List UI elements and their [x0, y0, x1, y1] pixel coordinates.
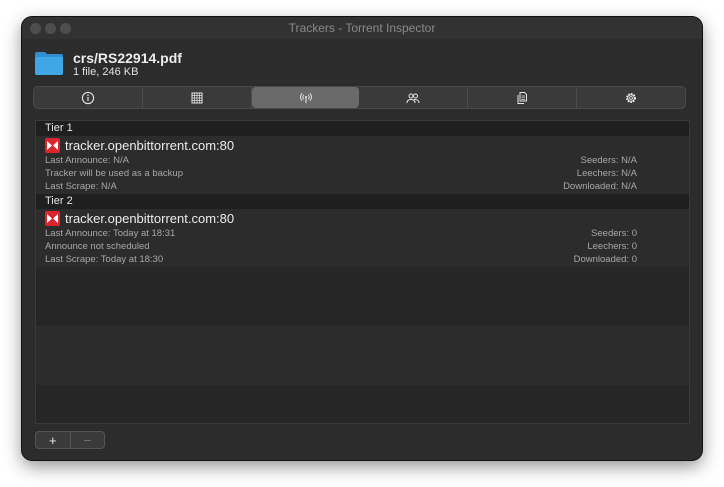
last-scrape-text: Last Scrape: N/A	[45, 181, 117, 192]
tracker-list[interactable]: Tier 1 tracker.openbittorrent.com:80 Las…	[35, 120, 690, 424]
torrent-name: crs/RS22914.pdf	[73, 50, 182, 66]
antenna-icon	[299, 92, 312, 103]
torrent-size-info: 1 file, 246 KB	[73, 66, 139, 78]
empty-list-row	[36, 267, 689, 326]
folder-icon	[35, 52, 63, 75]
leechers-count: Leechers: N/A	[576, 168, 637, 179]
add-tracker-button[interactable]: +	[36, 432, 70, 448]
window-title: Trackers - Torrent Inspector	[288, 21, 436, 35]
tracker-row[interactable]: tracker.openbittorrent.com:80 Last Annou…	[36, 209, 689, 267]
seeders-count: Seeders: N/A	[580, 155, 638, 166]
announce-status-text: Announce not scheduled	[45, 241, 150, 252]
tracker-favicon-icon	[45, 138, 60, 153]
last-announce-text: Last Announce: Today at 18:31	[45, 228, 176, 239]
downloaded-count: Downloaded: 0	[573, 254, 637, 265]
seeders-count: Seeders: 0	[591, 228, 637, 239]
add-remove-control: + −	[35, 431, 105, 449]
inspector-tab-bar	[33, 86, 686, 109]
downloaded-count: Downloaded: N/A	[563, 181, 637, 192]
tier-header: Tier 1	[36, 121, 689, 136]
tracker-address: tracker.openbittorrent.com:80	[65, 211, 235, 226]
remove-tracker-button[interactable]: −	[69, 432, 105, 448]
empty-list-row	[36, 326, 689, 385]
tab-files[interactable]	[468, 87, 578, 108]
grid-icon	[191, 92, 203, 103]
last-announce-text: Last Announce: N/A	[45, 155, 129, 166]
info-icon	[81, 91, 95, 104]
last-scrape-text: Last Scrape: Today at 18:30	[45, 254, 164, 265]
gear-icon	[626, 92, 637, 103]
tab-info[interactable]	[34, 87, 143, 108]
inspector-window: Trackers - Torrent Inspector crs/RS22914…	[22, 17, 702, 460]
tab-options[interactable]	[577, 87, 685, 108]
people-icon	[406, 93, 420, 103]
tab-peers[interactable]	[359, 87, 469, 108]
tier-header: Tier 2	[36, 194, 689, 209]
tab-trackers[interactable]	[251, 87, 360, 108]
files-icon	[517, 91, 528, 104]
tracker-row[interactable]: tracker.openbittorrent.com:80 Last Annou…	[36, 136, 689, 194]
leechers-count: Leechers: 0	[587, 241, 637, 252]
title-bar: Trackers - Torrent Inspector	[22, 17, 702, 39]
tracker-favicon-icon	[45, 211, 60, 226]
announce-status-text: Tracker will be used as a backup	[45, 168, 183, 179]
empty-list-row	[36, 385, 689, 423]
tab-pieces[interactable]	[143, 87, 252, 108]
tracker-address: tracker.openbittorrent.com:80	[65, 138, 235, 153]
